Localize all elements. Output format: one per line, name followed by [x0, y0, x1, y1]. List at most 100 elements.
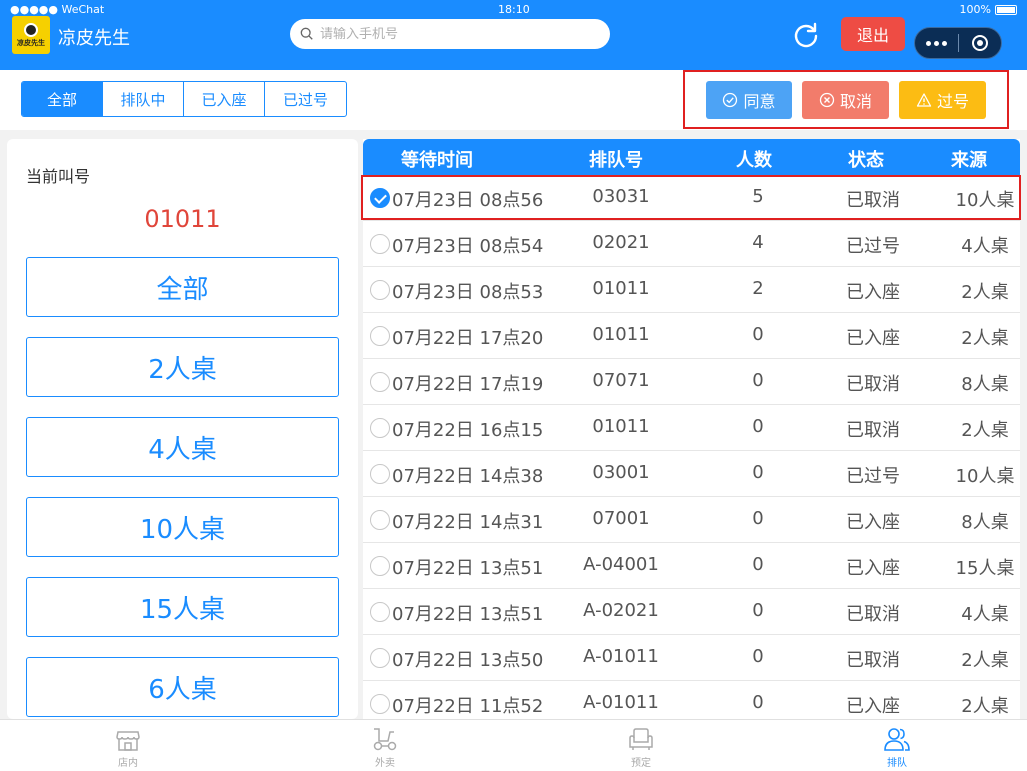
radio-unchecked-icon[interactable] [370, 234, 390, 254]
table-type-15-button[interactable]: 15人桌 [26, 577, 339, 637]
pass-button[interactable]: 过号 [899, 81, 986, 119]
agree-label: 同意 [743, 92, 776, 111]
cell-status: 已入座 [846, 282, 900, 303]
cell-source: 4人桌 [961, 604, 1009, 625]
battery-icon [995, 4, 1017, 15]
close-miniprogram-button[interactable] [958, 35, 1001, 51]
tab-delivery[interactable]: 外卖 [345, 724, 425, 769]
target-icon [971, 35, 988, 51]
cell-source: 8人桌 [961, 374, 1009, 395]
radio-unchecked-icon[interactable] [370, 648, 390, 668]
cell-wait-time: 07月22日 13点51 [392, 604, 544, 625]
check-circle-icon [723, 92, 738, 108]
cell-wait-time: 07月23日 08点53 [392, 282, 544, 303]
cell-source: 15人桌 [955, 558, 1015, 579]
cell-queue-number: 03001 [592, 462, 650, 483]
cell-wait-time: 07月22日 13点50 [392, 650, 544, 671]
cell-status: 已取消 [846, 190, 900, 211]
table-row[interactable]: 07月22日 14点31 07001 0 已入座 8人桌 [363, 497, 1020, 543]
radio-unchecked-icon[interactable] [370, 694, 390, 714]
tab-store[interactable]: 店内 [88, 724, 168, 769]
table-row[interactable]: 07月22日 11点52 A-01011 0 已入座 2人桌 [363, 681, 1020, 719]
tab-reserve[interactable]: 预定 [601, 724, 681, 769]
store-icon [116, 731, 140, 751]
radio-unchecked-icon[interactable] [370, 602, 390, 622]
cancel-button[interactable]: 取消 [802, 81, 889, 119]
filter-tab-queueing[interactable]: 排队中 [103, 82, 184, 116]
table-row[interactable]: 07月22日 17点20 01011 0 已入座 2人桌 [363, 313, 1020, 359]
cell-source: 8人桌 [961, 512, 1009, 533]
miniprogram-capsule [914, 27, 1002, 59]
radio-unchecked-icon[interactable] [370, 372, 390, 392]
cell-source: 2人桌 [961, 696, 1009, 717]
cell-queue-number: 07071 [592, 370, 650, 391]
cell-people: 0 [752, 324, 764, 345]
clock: 18:10 [498, 3, 530, 16]
cell-people: 0 [752, 692, 764, 713]
current-call-label: 当前叫号 [26, 167, 91, 186]
warning-icon [916, 93, 932, 107]
cell-status: 已入座 [846, 558, 900, 579]
logout-button[interactable]: 退出 [841, 17, 905, 51]
cell-queue-number: A-01011 [583, 646, 659, 667]
table-row[interactable]: 07月22日 16点15 01011 0 已取消 2人桌 [363, 405, 1020, 451]
radio-unchecked-icon[interactable] [370, 418, 390, 438]
cell-people: 0 [752, 554, 764, 575]
radio-unchecked-icon[interactable] [370, 510, 390, 530]
carrier-label: ●●●●● WeChat [10, 3, 105, 16]
table-row[interactable]: 07月22日 17点19 07071 0 已取消 8人桌 [363, 359, 1020, 405]
cell-source: 10人桌 [955, 466, 1015, 487]
action-buttons-highlight: 同意 取消 过号 [683, 70, 1009, 129]
table-type-10-button[interactable]: 10人桌 [26, 497, 339, 557]
table-row[interactable]: 07月22日 13点51 A-04001 0 已入座 15人桌 [363, 543, 1020, 589]
radio-unchecked-icon[interactable] [370, 280, 390, 300]
dot-icon [933, 40, 939, 46]
table-type-4-button[interactable]: 4人桌 [26, 417, 339, 477]
cell-wait-time: 07月23日 08点56 [392, 190, 544, 211]
app-header: ●●●●● WeChat 18:10 100% 凉皮先生 凉皮先生 退出 [0, 0, 1027, 70]
table-row[interactable]: 07月22日 13点50 A-01011 0 已取消 2人桌 [363, 635, 1020, 681]
table-row[interactable]: 07月23日 08点53 01011 2 已入座 2人桌 [363, 267, 1020, 313]
cell-people: 0 [752, 416, 764, 437]
cell-people: 0 [752, 600, 764, 621]
tab-queue-label: 排队 [887, 758, 907, 769]
table-row[interactable]: 07月22日 14点38 03001 0 已过号 10人桌 [363, 451, 1020, 497]
agree-button[interactable]: 同意 [706, 81, 792, 119]
search-bar[interactable] [290, 19, 610, 49]
cell-source: 2人桌 [961, 420, 1009, 441]
cell-people: 0 [752, 370, 764, 391]
cell-status: 已入座 [846, 512, 900, 533]
radio-checked-icon[interactable] [370, 188, 390, 208]
cell-status: 已过号 [846, 236, 900, 257]
table-row[interactable]: 07月23日 08点54 02021 4 已过号 4人桌 [363, 221, 1020, 267]
search-icon [300, 27, 313, 40]
cell-wait-time: 07月22日 14点38 [392, 466, 544, 487]
table-row[interactable]: 07月23日 08点56 03031 5 已取消 10人桌 [363, 175, 1020, 221]
phone-search-input[interactable] [320, 26, 590, 42]
radio-unchecked-icon[interactable] [370, 556, 390, 576]
cell-wait-time: 07月22日 16点15 [392, 420, 544, 441]
refresh-icon [794, 22, 818, 48]
table-type-all-button[interactable]: 全部 [26, 257, 339, 317]
scooter-icon [373, 728, 397, 751]
refresh-button[interactable] [790, 19, 822, 51]
dot-icon [925, 40, 931, 46]
cell-wait-time: 07月22日 14点31 [392, 512, 544, 533]
radio-unchecked-icon[interactable] [370, 464, 390, 484]
cell-source: 2人桌 [961, 282, 1009, 303]
status-bar: ●●●●● WeChat 18:10 100% [0, 0, 1027, 18]
tab-queue[interactable]: 排队 [857, 724, 937, 769]
cell-people: 0 [752, 646, 764, 667]
radio-unchecked-icon[interactable] [370, 326, 390, 346]
filter-tab-passed[interactable]: 已过号 [265, 82, 346, 116]
filter-tab-all[interactable]: 全部 [22, 82, 103, 116]
cell-status: 已取消 [846, 650, 900, 671]
more-menu-button[interactable] [915, 40, 958, 46]
table-type-2-button[interactable]: 2人桌 [26, 337, 339, 397]
table-type-6-button[interactable]: 6人桌 [26, 657, 339, 717]
pass-label: 过号 [936, 92, 969, 111]
tab-delivery-label: 外卖 [375, 758, 395, 769]
queue-table: 等待时间 排队号 人数 状态 来源 07月23日 08点56 03031 5 已取消 1… [363, 139, 1020, 719]
table-row[interactable]: 07月22日 13点51 A-02021 0 已取消 4人桌 [363, 589, 1020, 635]
filter-tab-seated[interactable]: 已入座 [184, 82, 265, 116]
